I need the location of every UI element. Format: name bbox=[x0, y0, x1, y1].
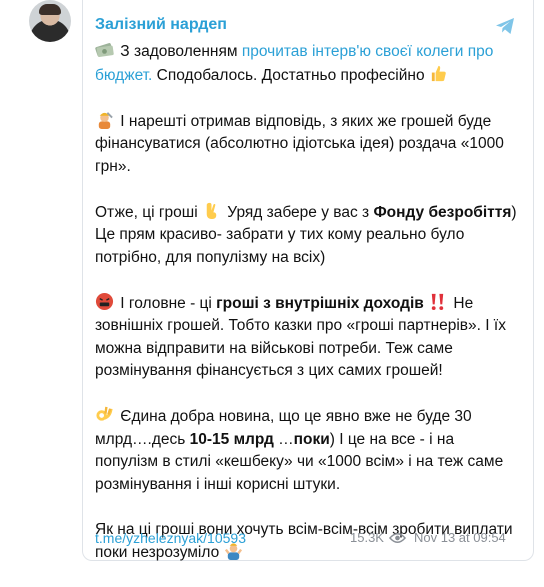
thumbs-up-icon bbox=[431, 65, 446, 81]
ok-hand-icon bbox=[96, 406, 113, 421]
crossed-fingers-icon bbox=[206, 202, 217, 219]
paragraph-2: І нарешті отримав відповідь, з яких же г… bbox=[95, 110, 520, 179]
mechanic-icon bbox=[98, 111, 113, 129]
eye-icon bbox=[389, 533, 406, 543]
channel-name[interactable]: Залізний нардеп bbox=[95, 16, 227, 34]
paragraph-4: І головне - ці гроші з внутрішніх доході… bbox=[95, 292, 520, 383]
paragraph-5: Єдина добра новина, що це явно вже не бу… bbox=[95, 405, 520, 496]
views-count: 15.3K bbox=[350, 530, 384, 545]
post-text: З задоволенням прочитав інтерв'ю своєї к… bbox=[95, 40, 520, 587]
paragraph-1: З задоволенням прочитав інтерв'ю своєї к… bbox=[95, 40, 520, 87]
banknotes-icon bbox=[95, 43, 114, 57]
cursing-face-icon bbox=[95, 292, 114, 310]
paragraph-3: Отже, ці гроші Уряд забере у вас з Фонду… bbox=[95, 201, 520, 270]
double-exclamation-icon bbox=[431, 293, 444, 310]
post-date[interactable]: Nov 13 at 09:54 bbox=[414, 530, 506, 545]
channel-avatar[interactable] bbox=[29, 0, 71, 42]
share-icon[interactable] bbox=[493, 14, 517, 38]
post-permalink[interactable]: t.me/yzheleznyak/10593 bbox=[95, 530, 246, 546]
